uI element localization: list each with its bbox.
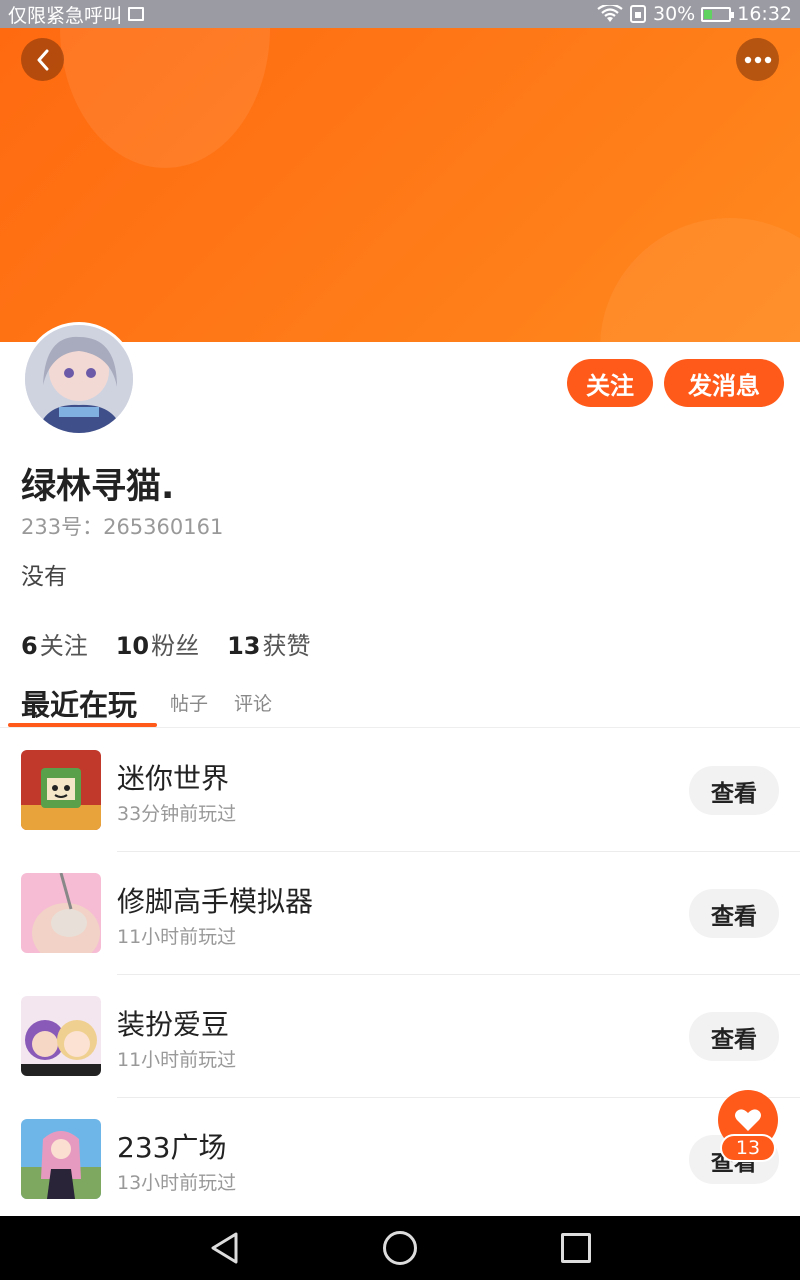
banner-decoration	[600, 218, 800, 342]
profile-uid: 233号：265360161	[21, 515, 224, 539]
system-nav-bar	[0, 1216, 800, 1280]
profile-bio: 没有	[21, 564, 67, 590]
banner-decoration	[60, 28, 270, 168]
profile-name: 绿林寻猫.	[21, 467, 175, 507]
game-thumbnail	[21, 873, 101, 953]
tab-posts[interactable]: 帖子	[170, 689, 208, 716]
list-item[interactable]: 修脚高手模拟器 11小时前玩过 查看	[0, 852, 800, 975]
game-title: 233广场	[117, 1131, 227, 1164]
image-icon	[128, 7, 145, 21]
battery-icon	[701, 6, 735, 22]
game-last-played: 13小时前玩过	[117, 1172, 237, 1194]
stat-likes[interactable]: 13获赞	[227, 626, 310, 661]
game-thumbnail	[21, 750, 101, 830]
more-dots-icon	[744, 56, 771, 63]
back-button[interactable]	[21, 38, 64, 81]
view-button[interactable]: 查看	[689, 889, 779, 938]
send-message-button[interactable]: 发消息	[664, 359, 784, 407]
view-button[interactable]: 查看	[689, 766, 779, 815]
avatar-image	[25, 325, 133, 433]
game-title: 修脚高手模拟器	[117, 885, 314, 918]
avatar[interactable]	[22, 322, 136, 436]
tab-comments[interactable]: 评论	[234, 689, 272, 716]
chevron-left-icon	[37, 49, 48, 70]
nav-back-icon[interactable]	[210, 1232, 240, 1264]
stat-fans[interactable]: 10粉丝	[116, 626, 199, 661]
list-item[interactable]: 装扮爱豆 11小时前玩过 查看	[0, 975, 800, 1098]
game-last-played: 33分钟前玩过	[117, 803, 237, 825]
game-title: 迷你世界	[117, 762, 230, 795]
nav-recents-icon[interactable]	[561, 1233, 591, 1263]
profile-banner	[0, 28, 800, 342]
status-bar: 仅限紧急呼叫 30% 16:32	[0, 0, 800, 28]
follow-button[interactable]: 关注	[567, 359, 653, 407]
game-last-played: 11小时前玩过	[117, 926, 237, 948]
view-button[interactable]: 查看	[689, 1012, 779, 1061]
carrier-text: 仅限紧急呼叫	[8, 4, 123, 27]
nav-home-icon[interactable]	[383, 1231, 417, 1265]
tab-active-indicator	[8, 723, 157, 727]
game-thumbnail	[21, 996, 101, 1076]
more-button[interactable]	[736, 38, 779, 81]
list-item[interactable]: 迷你世界 33分钟前玩过 查看	[0, 729, 800, 852]
profile-stats: 6关注 10粉丝 13获赞	[21, 626, 311, 661]
game-thumbnail	[21, 1119, 101, 1199]
wifi-icon	[597, 5, 623, 22]
clock: 16:32	[737, 3, 792, 25]
sim-icon	[630, 5, 646, 23]
list-item[interactable]: 233广场 13小时前玩过 查看	[0, 1098, 800, 1221]
like-count-badge: 13	[720, 1134, 776, 1162]
game-last-played: 11小时前玩过	[117, 1049, 237, 1071]
stat-following[interactable]: 6关注	[21, 626, 88, 661]
battery-percent: 30%	[653, 3, 696, 25]
game-title: 装扮爱豆	[117, 1008, 230, 1041]
heart-icon	[735, 1109, 761, 1131]
tab-recent-games[interactable]: 最近在玩	[21, 682, 137, 724]
profile-tabs: 最近在玩 帖子 评论	[0, 676, 800, 728]
